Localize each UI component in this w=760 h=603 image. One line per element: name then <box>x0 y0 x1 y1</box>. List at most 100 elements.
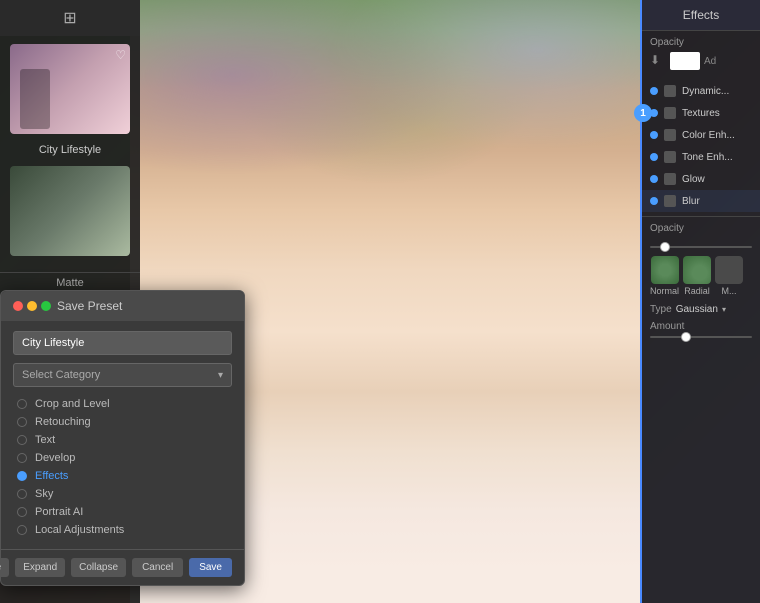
blur-type-row: Type Gaussian ▾ <box>650 304 752 315</box>
figure-silhouette <box>20 69 50 129</box>
maximize-button[interactable] <box>41 301 51 311</box>
effect-visibility-textures[interactable] <box>664 107 676 119</box>
chevron-down-icon: ▾ <box>218 370 223 381</box>
preset-name-input[interactable] <box>13 331 232 355</box>
opacity-slider-thumb[interactable] <box>660 242 670 252</box>
amount-slider-track[interactable] <box>650 336 752 338</box>
blur-opacity-row: Opacity <box>650 223 752 238</box>
dialog-header: Save Preset <box>1 291 244 321</box>
category-select-label: Select Category <box>22 369 100 381</box>
save-button[interactable]: Save <box>189 558 232 577</box>
flowers-background <box>130 0 640 250</box>
effect-item-textures[interactable]: Textures 1 <box>642 102 760 124</box>
preset-label-1: City Lifestyle <box>0 142 140 158</box>
preset-dot-local <box>17 525 27 535</box>
effect-name-glow: Glow <box>682 174 752 185</box>
effect-name-dynamic: Dynamic... <box>682 86 752 97</box>
preset-item-effects[interactable]: Effects <box>13 467 232 485</box>
m-preset-icon <box>715 256 743 284</box>
close-button[interactable] <box>13 301 23 311</box>
preset-item-text[interactable]: Text <box>13 431 232 449</box>
preset-thumbnail-1[interactable]: ♡ <box>10 44 130 134</box>
preset-item-label-sky: Sky <box>35 488 53 500</box>
effect-visibility-dynamic[interactable] <box>664 85 676 97</box>
blur-preset-label-m: M... <box>722 286 737 296</box>
blur-preset-label-radial: Radial <box>684 286 710 296</box>
preset-item-crop[interactable]: Crop and Level <box>13 395 232 413</box>
opacity-row: ⬇ Ad <box>650 52 752 70</box>
cancel-button[interactable]: Cancel <box>132 558 183 577</box>
blur-preset-m[interactable]: M... <box>715 256 743 296</box>
type-value: Gaussian <box>676 304 718 315</box>
effect-item-dynamic[interactable]: Dynamic... <box>642 80 760 102</box>
opacity-value-box[interactable] <box>670 52 700 70</box>
expand-button[interactable]: Expand <box>15 558 65 577</box>
effects-panel-header: Effects <box>642 0 760 31</box>
normal-preset-icon <box>651 256 679 284</box>
preset-item-label-portrait: Portrait AI <box>35 506 83 518</box>
effect-visibility-color[interactable] <box>664 129 676 141</box>
preset-thumbnail-2[interactable] <box>10 166 130 256</box>
preset-item-label-develop: Develop <box>35 452 75 464</box>
panel-header: ⊞ <box>0 0 140 36</box>
effect-dot-glow <box>650 175 658 183</box>
right-panel: Effects Opacity ⬇ Ad Dynamic... Textures… <box>640 0 760 603</box>
effect-visibility-blur[interactable] <box>664 195 676 207</box>
category-select[interactable]: Select Category ▾ <box>13 363 232 387</box>
effect-item-blur[interactable]: Blur <box>642 190 760 212</box>
effect-item-color[interactable]: Color Enh... <box>642 124 760 146</box>
opacity-section: Opacity ⬇ Ad <box>642 31 760 76</box>
effect-name-textures: Textures <box>682 108 752 119</box>
effect-visibility-tone[interactable] <box>664 151 676 163</box>
blur-controls: Opacity Normal Radial M... Type Gaussian <box>642 216 760 344</box>
preset-dot-effects <box>17 471 27 481</box>
collapse-button[interactable]: Collapse <box>71 558 126 577</box>
effect-visibility-glow[interactable] <box>664 173 676 185</box>
type-chevron-icon[interactable]: ▾ <box>722 305 726 314</box>
dialog-title: Save Preset <box>57 299 122 313</box>
preset-item-retouching[interactable]: Retouching <box>13 413 232 431</box>
preset-label-2 <box>0 264 140 268</box>
dialog-body: Select Category ▾ Crop and Level Retouch… <box>1 321 244 549</box>
preset-dot-portrait <box>17 507 27 517</box>
heart-icon: ♡ <box>115 48 126 62</box>
preset-item-label-text: Text <box>35 434 55 446</box>
effect-name-blur: Blur <box>682 196 752 207</box>
preset-item-develop[interactable]: Develop <box>13 449 232 467</box>
preset-item-local[interactable]: Local Adjustments <box>13 521 232 539</box>
ad-label: Ad <box>704 56 716 67</box>
effect-dot-dynamic <box>650 87 658 95</box>
effect-dot-color <box>650 131 658 139</box>
effect-name-tone: Tone Enh... <box>682 152 752 163</box>
dialog-footer: All None Expand Collapse Cancel Save <box>1 549 244 585</box>
effects-list: Dynamic... Textures 1 Color Enh... Tone … <box>642 76 760 216</box>
amount-slider-thumb[interactable] <box>681 332 691 342</box>
effect-item-tone[interactable]: Tone Enh... <box>642 146 760 168</box>
amount-label: Amount <box>650 321 752 332</box>
preset-item-label-local: Local Adjustments <box>35 524 124 536</box>
blur-preset-radial[interactable]: Radial <box>683 256 711 296</box>
effect-name-color: Color Enh... <box>682 130 752 141</box>
effect-item-glow[interactable]: Glow <box>642 168 760 190</box>
preset-item-sky[interactable]: Sky <box>13 485 232 503</box>
blur-preset-normal[interactable]: Normal <box>650 256 679 296</box>
preset-list: Crop and Level Retouching Text Develop E… <box>13 395 232 539</box>
grid-icon: ⊞ <box>63 8 76 28</box>
preset-item-label-crop: Crop and Level <box>35 398 110 410</box>
effect-dot-blur <box>650 197 658 205</box>
opacity-slider-track[interactable] <box>650 246 752 248</box>
blur-presets: Normal Radial M... <box>650 256 752 296</box>
preset-item-portrait[interactable]: Portrait AI <box>13 503 232 521</box>
preset-dot-crop <box>17 399 27 409</box>
radial-preset-icon <box>683 256 711 284</box>
type-label: Type <box>650 304 672 315</box>
minimize-button[interactable] <box>27 301 37 311</box>
effect-dot-tone <box>650 153 658 161</box>
blur-opacity-label: Opacity <box>650 223 684 234</box>
step-badge: 1 <box>634 104 652 122</box>
traffic-lights <box>13 301 51 311</box>
opacity-label: Opacity <box>650 37 752 48</box>
none-button[interactable]: None <box>0 558 9 577</box>
preset-item-label-effects: Effects <box>35 470 68 482</box>
save-preset-dialog: Save Preset Select Category ▾ Crop and L… <box>0 290 245 586</box>
